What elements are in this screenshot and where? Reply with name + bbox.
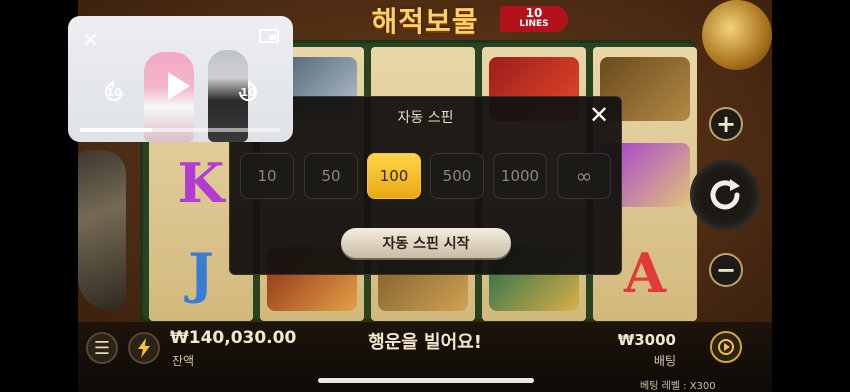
- rewind-label: 10: [106, 86, 122, 99]
- forward-label: 10: [240, 86, 256, 99]
- hamburger-icon: ☰: [93, 337, 111, 359]
- bet-label: 배팅: [653, 354, 676, 368]
- lines-badge-number: 10: [525, 6, 543, 20]
- gold-coin-decoration: [702, 0, 772, 70]
- close-icon[interactable]: ✕: [82, 28, 99, 52]
- minus-button[interactable]: −: [709, 253, 743, 287]
- start-autospin-button[interactable]: 자동 스핀 시작: [341, 228, 511, 258]
- plus-button[interactable]: +: [709, 107, 743, 141]
- turbo-button[interactable]: [128, 332, 160, 364]
- autospin-option-infinite[interactable]: ∞: [557, 153, 611, 199]
- autospin-option-100[interactable]: 100: [367, 153, 421, 199]
- bet-level: 베팅 레벨 : X300: [640, 381, 716, 392]
- forward-button[interactable]: 10: [234, 78, 262, 109]
- autospin-option-500[interactable]: 500: [430, 153, 484, 199]
- close-icon[interactable]: ✕: [587, 101, 611, 129]
- sword-decoration: [78, 150, 126, 310]
- autospin-option-50[interactable]: 50: [304, 153, 358, 199]
- game-title: 해적보물: [371, 5, 479, 38]
- game-stage: 해적보물 10 LINES K J A + − ☰ ₩140,030.00 잔액…: [0, 0, 850, 392]
- lines-badge-text: LINES: [519, 19, 549, 29]
- balance-value: ₩140,030.00: [170, 328, 297, 348]
- menu-button[interactable]: ☰: [86, 332, 118, 364]
- spin-button[interactable]: [690, 160, 760, 230]
- autospin-option-10[interactable]: 10: [240, 153, 294, 199]
- lightning-icon: [138, 338, 150, 358]
- balance-label: 잔액: [172, 354, 195, 368]
- letterbox-right: [772, 0, 850, 392]
- video-progress-fill: [80, 128, 152, 132]
- rewind-button[interactable]: 10: [100, 78, 128, 109]
- video-progress-bar[interactable]: [80, 128, 280, 132]
- autospin-option-1000[interactable]: 1000: [493, 153, 547, 199]
- pip-video-player[interactable]: ✕ 10 10: [68, 16, 293, 142]
- expand-icon[interactable]: [259, 29, 279, 43]
- letterbox-left: [0, 0, 78, 392]
- refresh-icon: [710, 179, 740, 210]
- bet-value: ₩3000: [617, 331, 676, 349]
- status-message: 행운을 빌어요!: [368, 332, 482, 353]
- autoplay-button[interactable]: [710, 331, 742, 363]
- lines-badge: 10 LINES: [500, 6, 568, 32]
- play-icon[interactable]: [168, 72, 190, 100]
- autoplay-icon: [718, 339, 734, 355]
- home-indicator[interactable]: [318, 378, 534, 383]
